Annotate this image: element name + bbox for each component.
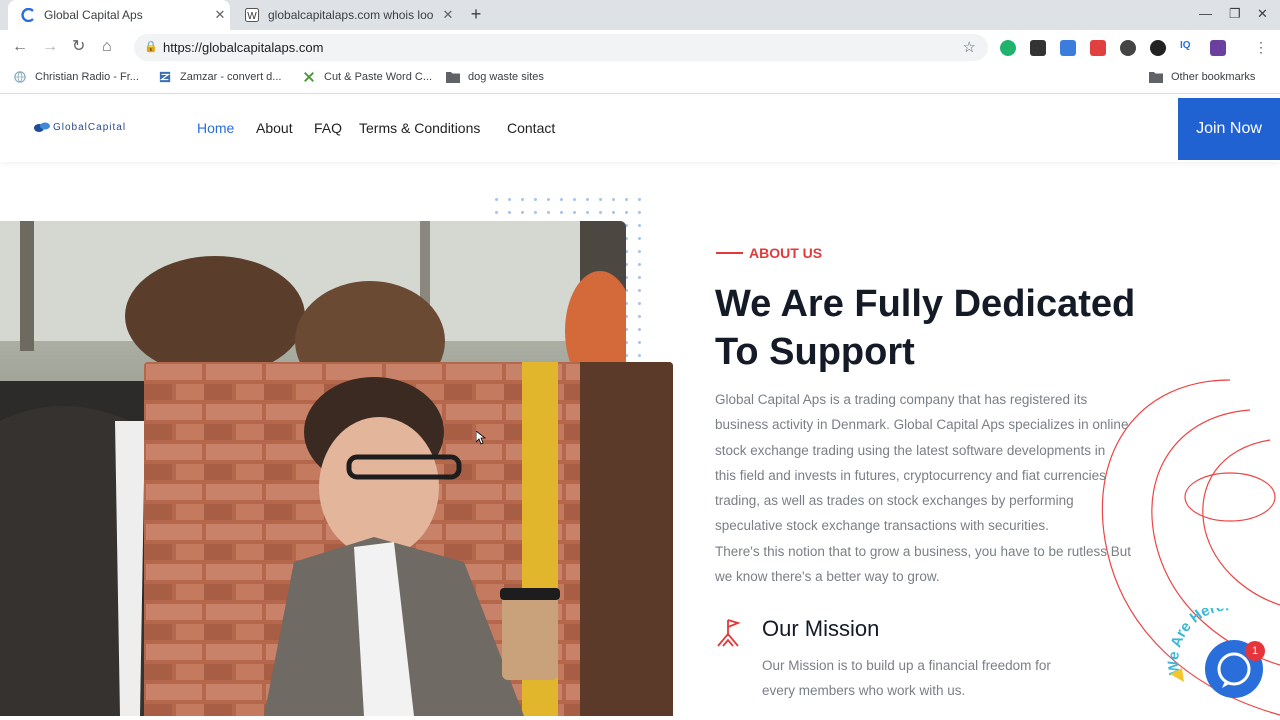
minimize-icon[interactable]: —: [1199, 6, 1212, 21]
bookmark-label: Christian Radio - Fr...: [35, 71, 139, 83]
headline-line-1: We Are Fully Dedicated: [715, 283, 1136, 325]
join-now-button[interactable]: Join Now: [1178, 98, 1280, 160]
bookmark-zamzar[interactable]: Zamzar - convert d...: [158, 71, 281, 83]
restore-icon[interactable]: ❐: [1229, 6, 1241, 22]
nav-terms[interactable]: Terms & Conditions: [359, 120, 480, 136]
dark-extension-icon[interactable]: [1120, 40, 1136, 56]
description-line: Global Capital Aps is a trading company …: [715, 392, 1088, 407]
notification-extension-icon[interactable]: [1090, 40, 1106, 56]
browser-toolbar: ← → ↻ ⌂ 🔒 https://globalcapitalaps.com ☆: [0, 30, 1280, 64]
mission-description: Our Mission is to build up a financial f…: [762, 653, 1122, 704]
folder-icon: [1149, 72, 1163, 83]
about-us-tag: ABOUT US: [716, 245, 822, 261]
logo-mark-icon: [34, 122, 50, 132]
site-favicon: [20, 7, 36, 23]
url-text: https://globalcapitalaps.com: [163, 40, 324, 55]
close-icon[interactable]: ✕: [210, 7, 230, 23]
mission-line: Our Mission is to build up a financial f…: [762, 658, 1051, 673]
site-header: GlobalCapital Home About FAQ Terms & Con…: [0, 96, 1280, 162]
man-with-coffee-photo: [144, 362, 673, 716]
close-window-icon[interactable]: ✕: [1257, 6, 1268, 22]
description-line: There's this notion that to grow a busin…: [715, 543, 1132, 559]
site-logo[interactable]: GlobalCapital: [33, 121, 126, 133]
description-line: we know there's a better way to grow.: [715, 569, 940, 585]
headline-line-2: To Support: [715, 331, 915, 373]
tab-title: globalcapitalaps.com whois loo: [268, 8, 434, 22]
mission-flag-icon: [717, 619, 741, 647]
extension-icon[interactable]: [1030, 40, 1046, 56]
puzzle-icon: [304, 72, 314, 82]
other-bookmarks-label: Other bookmarks: [1171, 71, 1256, 83]
description-line: trading, as well as trades on stock exch…: [715, 493, 1074, 509]
description-line: this field and invests in futures, crypt…: [715, 467, 1106, 483]
screenshot-extension-icon[interactable]: [1060, 40, 1076, 56]
bookmark-folder-dog-waste[interactable]: dog waste sites: [446, 71, 544, 83]
nav-faq[interactable]: FAQ: [314, 120, 342, 136]
nav-contact[interactable]: Contact: [507, 120, 555, 136]
grammarly-extension-icon[interactable]: [1000, 40, 1016, 56]
description-line: speculative stock exchange transactions …: [715, 518, 1049, 534]
chat-unread-badge: 1: [1245, 641, 1265, 661]
mouse-cursor-icon: [476, 431, 486, 445]
description-line: stock exchange trading using the latest …: [715, 442, 1106, 458]
menu-icon[interactable]: ⋮: [1254, 40, 1270, 56]
w-favicon: W: [244, 7, 260, 23]
mission-title: Our Mission: [762, 616, 880, 641]
tab-title: Global Capital Aps: [44, 8, 143, 22]
bookmark-label: Cut & Paste Word C...: [324, 71, 433, 83]
other-bookmarks-folder[interactable]: Other bookmarks: [1149, 71, 1255, 83]
description-line: business activity in Denmark. Global Cap…: [715, 417, 1129, 433]
mission-line: every members who work with us.: [762, 683, 966, 699]
bookmark-christian-radio[interactable]: Christian Radio - Fr...: [13, 71, 139, 83]
new-tab-button[interactable]: +: [466, 5, 486, 25]
purple-extension-icon[interactable]: [1210, 40, 1226, 56]
reload-icon[interactable]: ↻: [72, 38, 85, 56]
forward-icon[interactable]: →: [42, 38, 58, 56]
logo-text: GlobalCapital: [53, 121, 127, 133]
page-title: We Are Fully Dedicated To Support: [715, 280, 1235, 376]
about-us-label: ABOUT US: [749, 245, 823, 261]
nav-about[interactable]: About: [256, 120, 293, 136]
close-icon[interactable]: ✕: [438, 7, 458, 23]
zamzar-icon: [159, 71, 171, 83]
iq-extension-icon[interactable]: IQ: [1180, 40, 1196, 56]
about-description: Global Capital Aps is a trading company …: [715, 387, 1205, 589]
bookmark-cut-paste[interactable]: Cut & Paste Word C...: [302, 71, 432, 83]
globe-icon: [14, 71, 26, 83]
tab-whois[interactable]: W globalcapitalaps.com whois loo ✕: [232, 0, 458, 30]
bookmark-label: dog waste sites: [468, 71, 544, 83]
bookmarks-bar: Christian Radio - Fr... Zamzar - convert…: [0, 64, 1280, 94]
bookmark-star-icon[interactable]: ☆: [963, 38, 976, 56]
folder-icon: [446, 72, 460, 83]
back-icon[interactable]: ←: [12, 38, 28, 56]
lock-icon: 🔒: [144, 41, 158, 53]
svg-text:W: W: [247, 11, 257, 22]
accent-line: [716, 252, 743, 254]
nav-home[interactable]: Home: [197, 120, 234, 136]
address-bar[interactable]: 🔒 https://globalcapitalaps.com ☆: [134, 34, 988, 61]
home-icon[interactable]: ⌂: [102, 38, 112, 56]
timer-extension-icon[interactable]: [1150, 40, 1166, 56]
tab-global-capital[interactable]: Global Capital Aps ✕: [8, 0, 230, 30]
browser-tabstrip: Global Capital Aps ✕ W globalcapitalaps.…: [0, 0, 1280, 30]
bookmark-label: Zamzar - convert d...: [180, 71, 282, 83]
